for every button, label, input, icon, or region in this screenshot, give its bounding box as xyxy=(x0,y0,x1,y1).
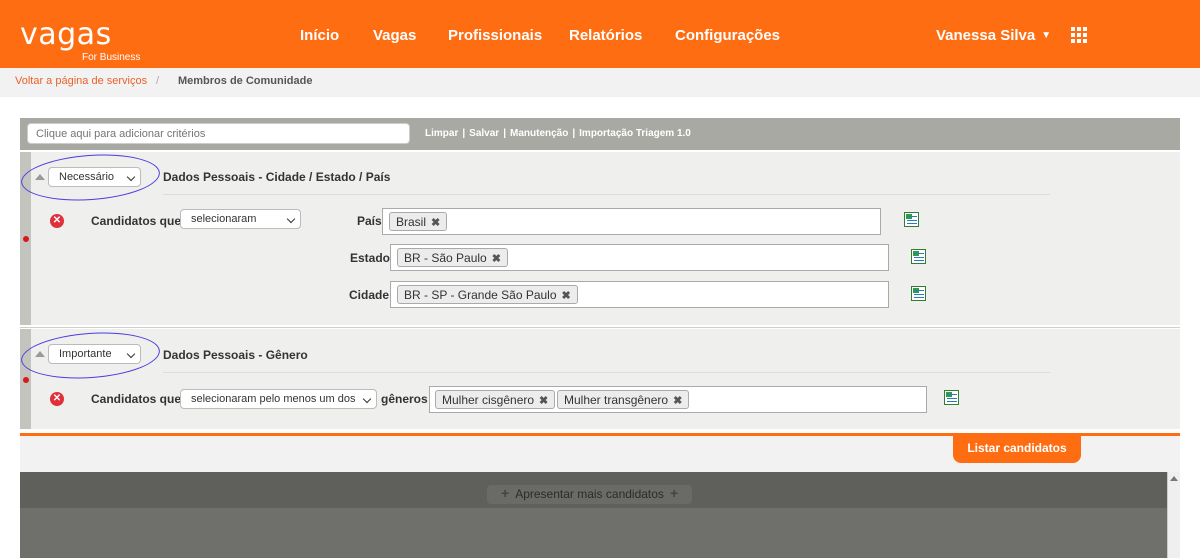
tag-chip: Mulher cisgênero ✖ xyxy=(435,390,556,409)
chevron-down-icon xyxy=(126,172,136,182)
criteria-search-input[interactable] xyxy=(27,123,410,144)
remove-tag-icon[interactable]: ✖ xyxy=(431,217,440,229)
list-candidates-button[interactable]: Listar candidatos xyxy=(953,436,1081,463)
logo-wordmark: vagas xyxy=(20,17,112,52)
scrollbar[interactable] xyxy=(1167,472,1180,558)
remove-tag-icon[interactable]: ✖ xyxy=(673,395,682,407)
condition-select[interactable]: selecionaram xyxy=(180,209,301,229)
nav-item-configuracoes[interactable]: Configurações xyxy=(675,27,780,44)
top-navigation-bar: vagas For Business Início Vagas Profissi… xyxy=(0,0,1200,68)
logo-subtitle: For Business xyxy=(82,52,141,63)
section-title: Dados Pessoais - Cidade / Estado / País xyxy=(163,170,391,184)
spreadsheet-icon[interactable] xyxy=(911,286,926,301)
criteria-actions: Limpar | Salvar | Manutenção | Importação Tria… xyxy=(425,128,691,139)
gender-tag-input[interactable]: Mulher cisgênero ✖ Mulher transgênero ✖ xyxy=(429,386,927,413)
user-name: Vanessa Silva xyxy=(936,27,1036,44)
field-label-city: Cidade xyxy=(349,288,390,302)
collapse-triangle-icon[interactable] xyxy=(35,174,45,180)
remove-tag-icon[interactable]: ✖ xyxy=(492,253,501,265)
nav-item-inicio[interactable]: Início xyxy=(300,27,339,44)
criterion-location: Necessário Dados Pessoais - Cidade / Est… xyxy=(20,152,1180,325)
condition-prefix: Candidatos que xyxy=(91,214,182,228)
spreadsheet-icon[interactable] xyxy=(911,249,926,264)
nav-item-profissionais[interactable]: Profissionais xyxy=(448,27,542,44)
criterion-gender: Importante Dados Pessoais - Gênero ✕ Can… xyxy=(20,329,1180,429)
chevron-down-icon: ▼ xyxy=(1041,30,1052,41)
tag-chip: Mulher transgênero ✖ xyxy=(557,390,690,409)
tag-chip: BR - São Paulo ✖ xyxy=(397,248,508,267)
apps-grid-icon[interactable] xyxy=(1071,27,1087,43)
maintenance-link[interactable]: Manutenção xyxy=(510,128,568,139)
breadcrumb-current: Membros de Comunidade xyxy=(178,75,313,87)
condition-select[interactable]: selecionaram pelo menos um dos xyxy=(180,389,377,409)
scroll-up-arrow-icon[interactable] xyxy=(1170,476,1178,481)
priority-select[interactable]: Importante xyxy=(48,344,141,364)
breadcrumb-back-link[interactable]: Voltar a página de serviços xyxy=(15,75,147,87)
tag-chip: BR - SP - Grande São Paulo ✖ xyxy=(397,285,578,304)
remove-tag-icon[interactable]: ✖ xyxy=(562,290,571,302)
spreadsheet-icon[interactable] xyxy=(944,390,959,405)
breadcrumb: Voltar a página de serviços / Membros de… xyxy=(0,68,1200,97)
state-tag-input[interactable]: BR - São Paulo ✖ xyxy=(390,244,889,271)
plus-icon: + xyxy=(501,485,510,501)
nav-item-vagas[interactable]: Vagas xyxy=(373,27,416,44)
chevron-down-icon xyxy=(286,214,296,224)
nav-item-relatorios[interactable]: Relatórios xyxy=(569,27,642,44)
required-marker xyxy=(23,377,29,383)
field-label-state: Estado xyxy=(350,251,391,265)
chevron-down-icon xyxy=(362,394,372,404)
breadcrumb-separator: / xyxy=(156,75,160,87)
save-link[interactable]: Salvar xyxy=(469,128,499,139)
remove-criterion-icon[interactable]: ✕ xyxy=(50,392,64,406)
city-tag-input[interactable]: BR - SP - Grande São Paulo ✖ xyxy=(390,281,889,308)
import-screening-link[interactable]: Importação Triagem 1.0 xyxy=(579,128,691,139)
collapse-triangle-icon[interactable] xyxy=(35,351,45,357)
condition-suffix: gêneros xyxy=(381,392,428,406)
country-tag-input[interactable]: Brasil ✖ xyxy=(382,208,881,235)
required-marker xyxy=(23,236,29,242)
clear-link[interactable]: Limpar xyxy=(425,128,458,139)
chevron-down-icon xyxy=(126,349,136,359)
priority-select[interactable]: Necessário xyxy=(48,167,141,187)
remove-tag-icon[interactable]: ✖ xyxy=(539,395,548,407)
results-panel: + Apresentar mais candidatos + xyxy=(20,472,1167,558)
vagas-logo[interactable]: vagas For Business xyxy=(20,17,140,64)
spreadsheet-icon[interactable] xyxy=(904,212,919,227)
field-label-country: País xyxy=(357,214,382,228)
plus-icon: + xyxy=(669,485,679,501)
criteria-toolbar: Limpar|Salvar|Manutenção|Importação Tria… xyxy=(20,118,1180,150)
remove-criterion-icon[interactable]: ✕ xyxy=(50,214,64,228)
user-menu[interactable]: Vanessa Silva ▼ xyxy=(936,27,1051,44)
show-more-candidates-button[interactable]: + Apresentar mais candidatos + xyxy=(487,485,693,504)
section-title: Dados Pessoais - Gênero xyxy=(163,348,308,362)
tag-chip: Brasil ✖ xyxy=(389,212,448,231)
condition-prefix: Candidatos que xyxy=(91,392,182,406)
